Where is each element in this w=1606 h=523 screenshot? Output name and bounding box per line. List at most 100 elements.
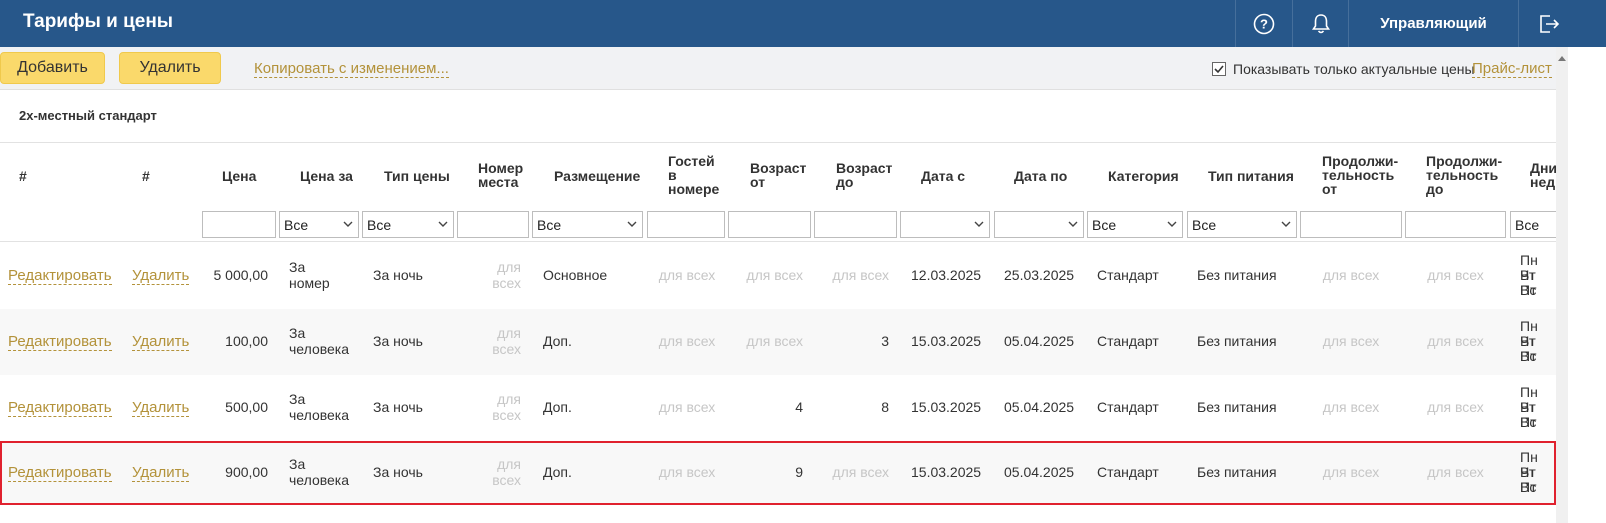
price-for-line2: человека <box>289 341 350 357</box>
vertical-scrollbar[interactable] <box>1556 47 1568 523</box>
filter-weekdays-select[interactable]: Все <box>1510 211 1556 238</box>
accommodation-cell: Доп. <box>543 399 572 415</box>
edit-link-text[interactable]: Редактировать <box>8 399 112 417</box>
place-line2: всех <box>492 341 521 357</box>
delete-link-text[interactable]: Удалить <box>132 267 190 285</box>
add-button[interactable]: Добавить <box>0 52 105 84</box>
filter-price-input[interactable] <box>202 211 276 238</box>
room-type-title: 2х-местный стандарт <box>19 108 157 123</box>
delete-link-text[interactable]: Удалить <box>132 399 190 417</box>
col-header-age-to[interactable]: Возраст до <box>836 161 892 189</box>
place-line2: всех <box>492 275 521 291</box>
delete-button[interactable]: Удалить <box>119 52 221 84</box>
filter-date-to-picker[interactable] <box>994 211 1084 238</box>
duration-from-cell: для всех <box>1322 333 1380 349</box>
edit-link[interactable]: Редактировать <box>8 464 112 482</box>
filter-guests-input[interactable] <box>647 211 725 238</box>
filter-weekdays-value: Все <box>1515 217 1540 233</box>
filter-date-from-picker[interactable] <box>900 211 990 238</box>
category-cell: Стандарт <box>1097 267 1159 283</box>
filter-meal-select[interactable]: Все <box>1187 211 1297 238</box>
filter-place-input[interactable] <box>457 211 529 238</box>
col-header-duration-from-line2: тельность <box>1322 167 1395 183</box>
duration-from-cell: для всех <box>1322 464 1380 480</box>
col-header-duration-from-line3: от <box>1322 181 1338 197</box>
actual-prices-checkbox[interactable] <box>1212 62 1226 76</box>
date-to-cell: 05.04.2025 <box>1004 399 1075 415</box>
accommodation-cell: Доп. <box>543 464 572 480</box>
col-header-date-from[interactable]: Дата с <box>921 169 965 183</box>
col-header-guests-line2: в <box>668 167 677 183</box>
col-header-guests[interactable]: Гостей в номере <box>668 154 719 196</box>
date-to-cell: 25.03.2025 <box>1004 267 1075 283</box>
place-line1: для <box>497 456 521 472</box>
copy-with-changes-link[interactable]: Копировать с изменением... <box>254 60 449 78</box>
price-cell: 5 000,00 <box>213 267 269 283</box>
chevron-down-icon <box>438 221 448 227</box>
col-header-age-from-line2: от <box>750 174 766 190</box>
edit-link-text[interactable]: Редактировать <box>8 267 112 285</box>
logout-button[interactable] <box>1518 0 1578 47</box>
filter-age-from-input[interactable] <box>728 211 811 238</box>
col-header-age-from[interactable]: Возраст от <box>750 161 806 189</box>
col-header-weekdays[interactable]: Дни нед <box>1530 161 1557 189</box>
place-line2: всех <box>492 472 521 488</box>
weekdays-line3: Вс <box>1520 414 1537 430</box>
col-header-price[interactable]: Цена <box>222 169 256 183</box>
delete-link[interactable]: Удалить <box>132 464 190 482</box>
col-header-place[interactable]: Номер места <box>478 161 523 189</box>
actual-prices-label[interactable]: Показывать только актуальные цены <box>1233 61 1475 77</box>
delete-link[interactable]: Удалить <box>132 333 190 351</box>
edit-link-text[interactable]: Редактировать <box>8 333 112 351</box>
help-button[interactable]: ? <box>1235 0 1292 47</box>
col-header-price-for[interactable]: Цена за <box>300 169 353 183</box>
bell-icon <box>1311 13 1330 33</box>
weekdays-line3: Вс <box>1520 282 1537 298</box>
category-cell: Стандарт <box>1097 333 1159 349</box>
col-header-category[interactable]: Категория <box>1108 169 1179 183</box>
chevron-down-icon <box>1281 221 1291 227</box>
filter-price-type-select[interactable]: Все <box>362 211 454 238</box>
top-bar: Тарифы и цены ? Управляющий <box>0 0 1606 47</box>
notifications-button[interactable] <box>1292 0 1348 47</box>
guests-cell: для всех <box>658 464 716 480</box>
place-line1: для <box>497 391 521 407</box>
user-menu[interactable]: Управляющий <box>1348 0 1518 47</box>
filter-accommodation-select[interactable]: Все <box>532 211 643 238</box>
chevron-down-icon <box>1068 221 1078 227</box>
delete-link-text[interactable]: Удалить <box>132 333 190 351</box>
edit-link[interactable]: Редактировать <box>8 333 112 351</box>
filter-duration-from-input[interactable] <box>1300 211 1402 238</box>
col-header-accommodation[interactable]: Размещение <box>554 169 640 183</box>
age-to-cell: для всех <box>832 267 889 283</box>
category-cell: Стандарт <box>1097 464 1159 480</box>
delete-link[interactable]: Удалить <box>132 267 190 285</box>
filter-duration-to-input[interactable] <box>1405 211 1506 238</box>
meal-cell: Без питания <box>1197 399 1277 415</box>
col-header-date-to[interactable]: Дата по <box>1014 169 1067 183</box>
filter-price-for-select[interactable]: Все <box>279 211 359 238</box>
delete-link-text[interactable]: Удалить <box>132 464 190 482</box>
age-to-cell: 3 <box>881 333 889 349</box>
toolbar: Добавить Удалить Копировать с изменением… <box>0 47 1556 90</box>
chevron-down-icon <box>1167 221 1177 227</box>
table-row: Редактировать Удалить 500,00 За человека За н… <box>0 375 1556 441</box>
date-from-cell: 15.03.2025 <box>911 399 982 415</box>
meal-cell: Без питания <box>1197 267 1277 283</box>
delete-link[interactable]: Удалить <box>132 399 190 417</box>
col-header-weekdays-line1: Дни <box>1530 160 1558 176</box>
price-list-link[interactable]: Прайс-лист <box>1472 60 1552 78</box>
col-header-duration-to[interactable]: Продолжи- тельность до <box>1426 154 1502 196</box>
col-header-age-to-line2: до <box>836 174 854 190</box>
edit-link-text[interactable]: Редактировать <box>8 464 112 482</box>
filter-age-to-input[interactable] <box>814 211 897 238</box>
col-header-price-type[interactable]: Тип цены <box>384 169 450 183</box>
filter-category-select[interactable]: Все <box>1087 211 1183 238</box>
col-header-duration-from[interactable]: Продолжи- тельность от <box>1322 154 1398 196</box>
meal-cell: Без питания <box>1197 333 1277 349</box>
col-header-meal[interactable]: Тип питания <box>1208 169 1294 183</box>
edit-link[interactable]: Редактировать <box>8 399 112 417</box>
edit-link[interactable]: Редактировать <box>8 267 112 285</box>
filter-category-value: Все <box>1092 217 1117 233</box>
price-for-line2: номер <box>289 275 330 291</box>
